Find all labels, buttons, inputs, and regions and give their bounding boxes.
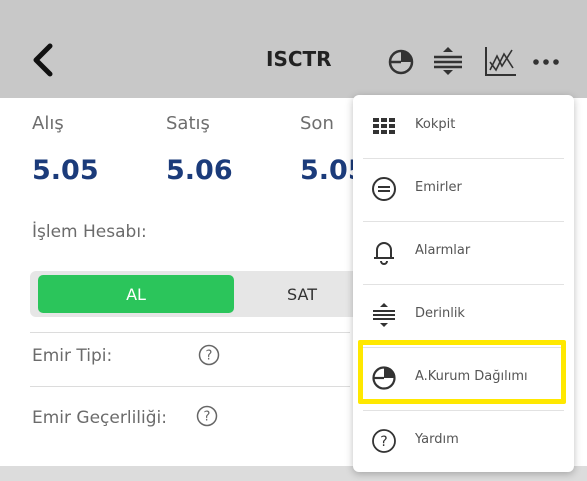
pie-chart-icon[interactable]	[386, 44, 416, 78]
symbol-title: ISCTR	[266, 47, 332, 71]
sell-tab[interactable]: SAT	[252, 275, 352, 313]
back-chevron-icon[interactable]	[26, 40, 60, 80]
list-circle-icon	[372, 177, 396, 201]
line-chart-icon[interactable]	[482, 44, 518, 78]
menu-item-emirler[interactable]: Emirler	[353, 158, 574, 220]
menu-item-derinlik[interactable]: Derinlik	[353, 284, 574, 346]
grid-icon	[373, 118, 395, 134]
svg-text:?: ?	[380, 434, 387, 450]
account-label: İşlem Hesabı:	[32, 222, 147, 242]
menu-item-alarmlar[interactable]: Alarmlar	[353, 221, 574, 283]
menu-item-yardim[interactable]: ? Yardım	[353, 410, 574, 472]
ask-label: Satış	[166, 113, 210, 134]
divider	[30, 386, 350, 387]
order-validity-label: Emir Geçerliliği:	[32, 408, 167, 428]
ask-value: 5.06	[166, 155, 233, 186]
menu-item-label: A.Kurum Dağılımı	[415, 369, 528, 384]
depth-icon[interactable]	[428, 44, 468, 78]
bid-value: 5.05	[32, 155, 99, 186]
menu-item-label: Alarmlar	[415, 243, 471, 258]
help-icon[interactable]: ?	[196, 405, 218, 427]
svg-text:?: ?	[204, 410, 211, 425]
order-type-label: Emir Tipi:	[32, 346, 113, 366]
menu-item-label: Yardım	[415, 432, 459, 447]
last-label: Son	[300, 113, 334, 134]
help-icon[interactable]: ?	[198, 344, 220, 366]
pie-chart-icon	[372, 366, 396, 390]
menu-item-kokpit[interactable]: Kokpit	[353, 95, 574, 157]
menu-item-kurum-dagilimi[interactable]: A.Kurum Dağılımı	[353, 347, 574, 409]
menu-item-label: Derinlik	[415, 306, 465, 321]
side-toggle: AL SAT	[30, 271, 365, 317]
bid-label: Alış	[32, 113, 64, 134]
svg-text:?: ?	[206, 349, 213, 364]
depth-icon	[373, 303, 395, 327]
divider	[30, 332, 350, 333]
menu-item-label: Kokpit	[415, 117, 456, 132]
help-icon: ?	[372, 429, 396, 453]
buy-tab[interactable]: AL	[38, 275, 234, 313]
bell-icon	[374, 242, 394, 265]
options-menu: Kokpit Emirler Alarmlar Derinlik A.Kurum…	[353, 95, 574, 472]
top-bar: ISCTR	[0, 0, 587, 98]
more-icon[interactable]	[530, 44, 562, 78]
menu-item-label: Emirler	[415, 180, 462, 195]
